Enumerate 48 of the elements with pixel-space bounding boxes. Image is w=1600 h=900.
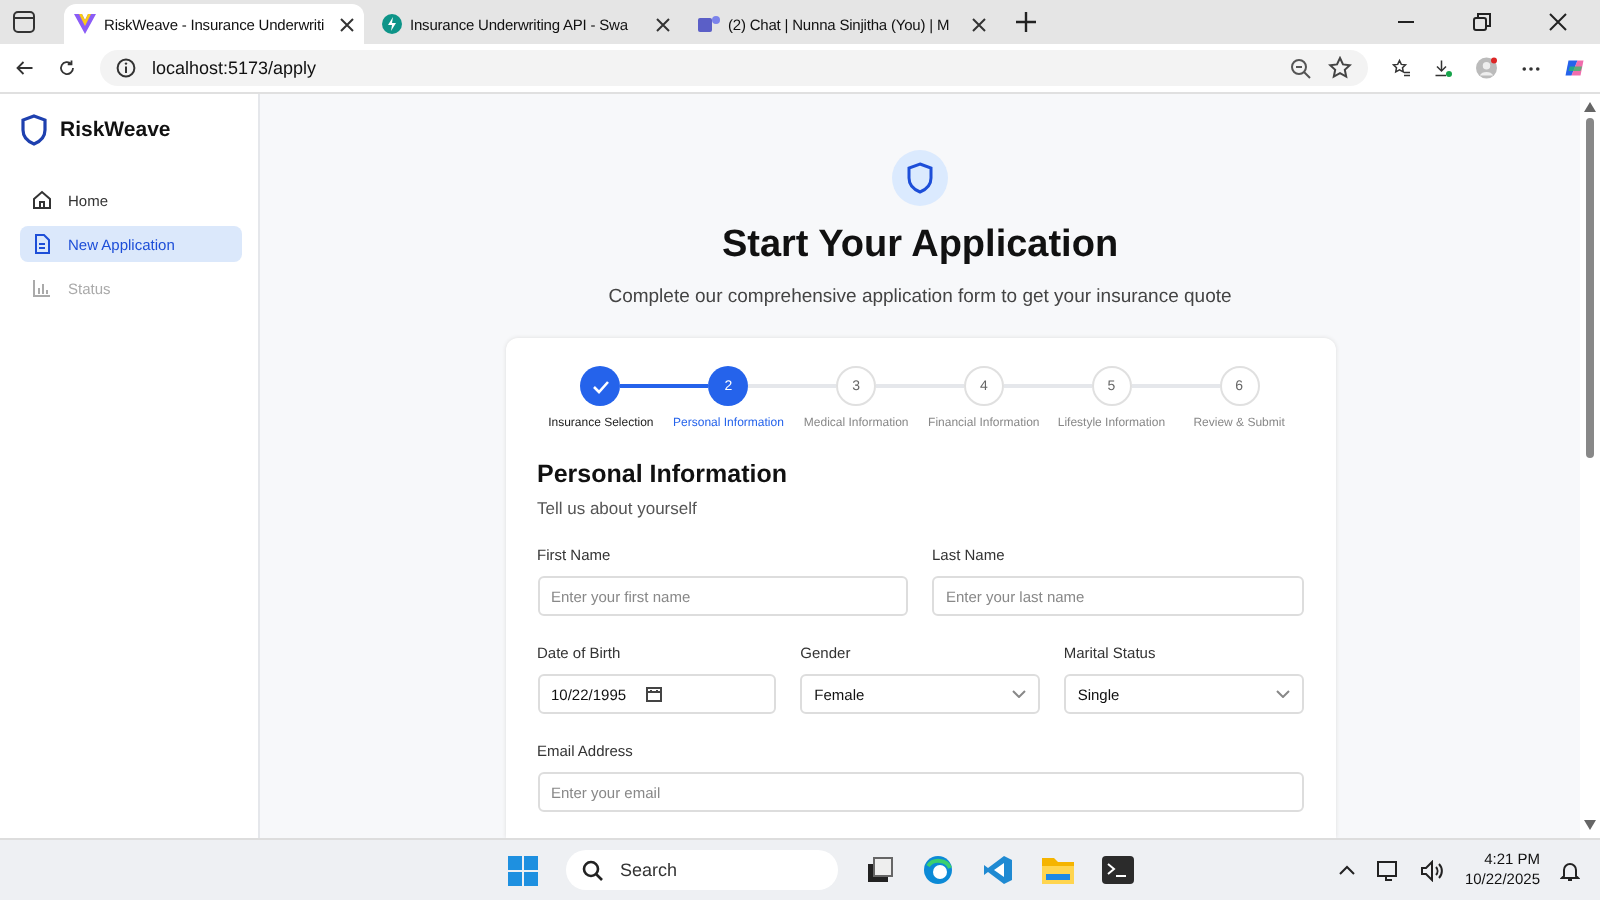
people-icon (698, 14, 720, 34)
more-icon[interactable] (1521, 65, 1539, 71)
restore-icon[interactable] (1472, 12, 1492, 32)
download-icon[interactable] (1434, 56, 1452, 80)
windows-start-icon[interactable] (508, 855, 538, 885)
edge-browser-icon[interactable] (922, 854, 954, 886)
code-editor-icon[interactable] (982, 854, 1014, 886)
page-subtitle: Complete our comprehensive application form to get your insurance quote (608, 286, 1232, 308)
close-icon[interactable] (340, 17, 354, 31)
chevron-up-icon[interactable] (1338, 864, 1357, 876)
brand-name: RiskWeave (60, 118, 171, 142)
scroll-down-icon[interactable] (1584, 820, 1596, 830)
back-icon[interactable] (16, 56, 34, 80)
v-logo-icon (74, 14, 96, 34)
page-title: Start Your Application (721, 224, 1119, 268)
search-icon (582, 859, 604, 881)
bell-icon[interactable] (1560, 859, 1580, 881)
close-icon[interactable] (656, 17, 670, 31)
shield-icon (20, 114, 48, 146)
document-icon (32, 234, 52, 254)
section-subtitle: Tell us about yourself (537, 498, 699, 518)
close-icon[interactable] (1548, 12, 1568, 32)
tab-actions-icon[interactable] (12, 10, 36, 34)
star-icon[interactable] (1328, 56, 1352, 80)
task-view-icon[interactable] (866, 856, 894, 884)
folder-icon[interactable] (1042, 856, 1074, 884)
close-icon[interactable] (972, 17, 986, 31)
new-tab-icon[interactable] (1016, 12, 1036, 32)
avatar-icon[interactable] (1476, 54, 1497, 82)
zoom-icon[interactable] (1290, 57, 1312, 79)
scroll-up-icon[interactable] (1584, 102, 1596, 112)
section-title: Personal Information (537, 460, 790, 488)
lightning-circle-icon (382, 14, 402, 34)
refresh-icon[interactable] (58, 56, 76, 80)
home-icon (32, 190, 52, 210)
favorites-icon[interactable] (1392, 56, 1410, 80)
bar-chart-icon (32, 278, 52, 298)
chevron-down-icon (1275, 690, 1290, 698)
chevron-down-icon (1011, 690, 1026, 698)
calendar-icon[interactable] (646, 686, 663, 702)
address-field[interactable]: localhost:5173/apply (100, 50, 1368, 86)
scrollbar-thumb[interactable] (1586, 118, 1594, 458)
speaker-icon[interactable] (1420, 859, 1445, 881)
network-icon[interactable] (1376, 859, 1401, 881)
shield-badge-icon (892, 150, 948, 206)
taskbar-search-field[interactable]: Search (566, 850, 838, 890)
info-icon (116, 58, 136, 78)
terminal-icon[interactable] (1102, 856, 1134, 884)
